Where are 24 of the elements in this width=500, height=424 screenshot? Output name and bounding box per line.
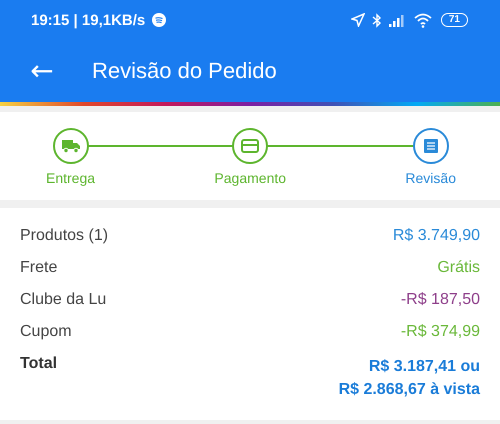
summary-value: R$ 3.749,90 — [392, 227, 480, 245]
total-value: R$ 3.187,41 ou R$ 2.868,67 à vista — [338, 357, 480, 400]
summary-value: Grátis — [437, 259, 480, 277]
location-icon — [350, 13, 365, 27]
step-label: Entrega — [46, 170, 96, 186]
summary-label: Cupom — [20, 323, 72, 341]
summary-value: -R$ 374,99 — [400, 323, 480, 341]
summary-label: Produtos (1) — [20, 227, 108, 245]
step-label: Revisão — [405, 170, 456, 186]
summary-value: -R$ 187,50 — [400, 291, 480, 309]
wifi-icon — [414, 12, 434, 28]
card-icon — [241, 139, 260, 153]
total-label: Total — [20, 355, 58, 373]
bluetooth-icon — [372, 12, 382, 28]
document-icon — [422, 138, 439, 154]
step-label: Pagamento — [214, 170, 286, 186]
page-title: Revisão do Pedido — [92, 58, 277, 84]
summary-label: Frete — [20, 259, 58, 277]
battery-indicator: 71 — [440, 13, 468, 27]
summary-label: Clube da Lu — [20, 291, 106, 309]
status-time: 19:15 | 19,1KB/s — [31, 12, 146, 28]
truck-icon — [60, 138, 81, 154]
back-button[interactable]: ← — [22, 57, 62, 85]
music-app-icon — [152, 13, 166, 27]
